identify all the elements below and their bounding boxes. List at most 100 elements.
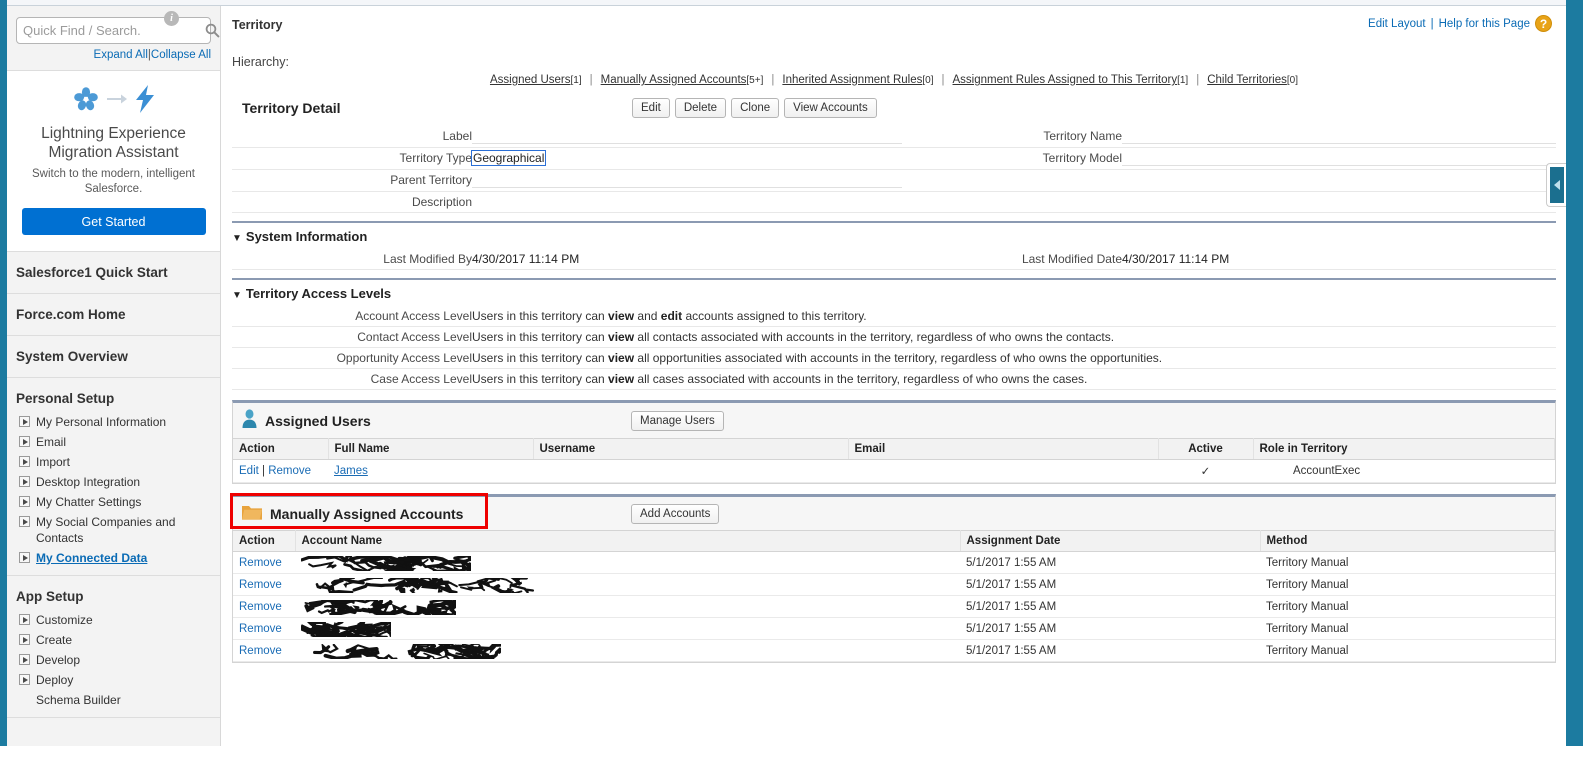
quicklink-manually-assigned-accounts[interactable]: Manually Assigned Accounts xyxy=(601,74,747,86)
column-header-username[interactable]: Username xyxy=(533,438,849,460)
manage-users-button[interactable]: Manage Users xyxy=(631,410,724,431)
sidebar-item-my-personal-information[interactable]: My Personal Information xyxy=(7,412,220,432)
cell-email xyxy=(848,459,1158,483)
view-accounts-button[interactable]: View Accounts xyxy=(784,98,877,118)
get-started-button[interactable]: Get Started xyxy=(21,208,206,235)
detail-field-label: Description xyxy=(232,191,472,213)
access-level-description: Users in this territory can view and edi… xyxy=(472,306,1556,327)
delete-button[interactable]: Delete xyxy=(674,98,727,118)
territory-access-levels-header[interactable]: ▼ Territory Access Levels xyxy=(232,278,1556,306)
sidebar-item-my-social-companies-and-contacts[interactable]: My Social Companies and Contacts xyxy=(7,512,220,548)
user-name-link[interactable]: James xyxy=(334,465,368,477)
remove-link[interactable]: Remove xyxy=(239,579,282,591)
expand-triangle-icon[interactable] xyxy=(19,654,30,665)
expand-triangle-icon[interactable] xyxy=(19,516,30,527)
expand-all-link[interactable]: Expand All xyxy=(94,49,148,61)
clone-button[interactable]: Clone xyxy=(731,98,780,118)
window-right-rail xyxy=(1566,0,1583,768)
manually-assigned-accounts-rows: Remove 5/1/2017 1:55 AM Territory Manual… xyxy=(233,551,1555,662)
chevron-left-icon[interactable] xyxy=(1549,167,1564,203)
collapse-caret-icon[interactable]: ▼ xyxy=(232,290,242,301)
sidebar-item-forcecom-home[interactable]: Force.com Home xyxy=(7,294,220,336)
sidebar-item-email[interactable]: Email xyxy=(7,432,220,452)
remove-link[interactable]: Remove xyxy=(239,623,282,635)
help-icon[interactable]: ? xyxy=(1535,15,1552,32)
column-header-role-in-territory[interactable]: Role in Territory xyxy=(1253,438,1555,460)
system-information-section: Last Modified By 4/30/2017 11:14 PM Last… xyxy=(222,249,1566,270)
expand-triangle-icon[interactable] xyxy=(19,674,30,685)
expand-triangle-icon[interactable] xyxy=(19,436,30,447)
column-header-method[interactable]: Method xyxy=(1260,530,1555,552)
remove-link[interactable]: Remove xyxy=(239,645,282,657)
column-header-account-name[interactable]: Account Name xyxy=(295,530,961,552)
expand-triangle-icon[interactable] xyxy=(19,614,30,625)
sidebar-item-deploy[interactable]: Deploy xyxy=(7,670,220,690)
quick-find-search[interactable]: i xyxy=(16,11,220,44)
assigned-users-title: Assigned Users xyxy=(265,412,371,429)
cell-assignment-date: 5/1/2017 1:55 AM xyxy=(960,595,1260,618)
sidebar-item-salesforce1-quick-start[interactable]: Salesforce1 Quick Start xyxy=(7,252,220,294)
column-header-active[interactable]: Active xyxy=(1158,438,1254,460)
manually-assigned-accounts-related-list: Manually Assigned Accounts Add Accounts … xyxy=(230,493,1556,663)
quicklink-assignment-rules-assigned-to-this-territory[interactable]: Assignment Rules Assigned to This Territ… xyxy=(953,74,1178,86)
detail-row: Description xyxy=(232,191,1556,213)
sidebar-item-my-connected-data[interactable]: My Connected Data xyxy=(7,548,220,568)
edit-button[interactable]: Edit xyxy=(632,98,670,118)
quicklink-divider: | xyxy=(941,74,945,86)
quicklink-inherited-assignment-rules[interactable]: Inherited Assignment Rules xyxy=(782,74,922,86)
expand-triangle-icon[interactable] xyxy=(19,496,30,507)
detail-spacer xyxy=(902,169,922,192)
row-actions: Remove xyxy=(233,551,295,574)
quicklink-child-territories[interactable]: Child Territories xyxy=(1207,74,1287,86)
lightning-migration-card: Lightning Experience Migration Assistant… xyxy=(7,70,220,252)
access-level-row: Case Access Level Users in this territor… xyxy=(232,368,1556,390)
assigned-users-related-list: Assigned Users Manage Users Action Full … xyxy=(232,400,1556,484)
collapse-caret-icon[interactable]: ▼ xyxy=(232,233,242,244)
sidebar-item-import[interactable]: Import xyxy=(7,452,220,472)
sidebar-item-create[interactable]: Create xyxy=(7,630,220,650)
remove-link[interactable]: Remove xyxy=(239,557,282,569)
column-header-action[interactable]: Action xyxy=(233,438,329,460)
edit-link[interactable]: Edit xyxy=(239,465,259,477)
expand-triangle-icon[interactable] xyxy=(19,476,30,487)
detail-field-value xyxy=(1122,169,1556,192)
quicklink-divider: | xyxy=(1196,74,1200,86)
remove-link[interactable]: Remove xyxy=(268,465,311,477)
right-panel-collapse-tab[interactable] xyxy=(1546,163,1566,207)
expand-triangle-icon[interactable] xyxy=(19,634,30,645)
add-accounts-button[interactable]: Add Accounts xyxy=(631,503,720,524)
territory-access-levels-section: Account Access Level Users in this terri… xyxy=(222,306,1566,390)
cell-account-name xyxy=(295,573,960,597)
expand-triangle-icon[interactable] xyxy=(19,416,30,427)
expand-triangle-icon[interactable] xyxy=(19,456,30,467)
sidebar-item-label[interactable]: My Connected Data xyxy=(36,550,214,566)
lightning-bolt-icon xyxy=(135,84,155,116)
column-header-assignment-date[interactable]: Assignment Date xyxy=(960,530,1261,552)
window-left-rail xyxy=(0,0,7,768)
search-info-icon[interactable]: i xyxy=(164,11,179,26)
column-header-action[interactable]: Action xyxy=(233,530,296,552)
page-header-actions: Edit Layout | Help for this Page ? xyxy=(1368,15,1552,32)
sidebar-item-label: Import xyxy=(36,455,71,469)
sidebar-item-system-overview[interactable]: System Overview xyxy=(7,336,220,378)
sidebar-item-my-chatter-settings[interactable]: My Chatter Settings xyxy=(7,492,220,512)
collapse-all-link[interactable]: Collapse All xyxy=(151,49,211,61)
remove-link[interactable]: Remove xyxy=(239,601,282,613)
column-header-email[interactable]: Email xyxy=(848,438,1159,460)
help-for-this-page-link[interactable]: Help for this Page xyxy=(1439,18,1530,30)
sidebar-item-customize[interactable]: Customize xyxy=(7,610,220,630)
sidebar-item-schema-builder[interactable]: Schema Builder xyxy=(7,690,220,710)
system-information-header[interactable]: ▼ System Information xyxy=(232,221,1556,249)
quicklink-assigned-users[interactable]: Assigned Users xyxy=(490,74,571,86)
quicklink-divider: | xyxy=(589,74,593,86)
expand-collapse-row: Expand All|Collapse All xyxy=(7,49,211,61)
quicklink-count: [1] xyxy=(1177,75,1189,86)
sidebar-item-develop[interactable]: Develop xyxy=(7,650,220,670)
expand-triangle-icon[interactable] xyxy=(19,552,30,563)
search-icon[interactable] xyxy=(205,18,220,43)
cell-account-name xyxy=(295,551,960,575)
cell-username xyxy=(533,459,848,483)
edit-layout-link[interactable]: Edit Layout xyxy=(1368,18,1426,30)
column-header-full-name[interactable]: Full Name xyxy=(328,438,534,460)
sidebar-item-desktop-integration[interactable]: Desktop Integration xyxy=(7,472,220,492)
